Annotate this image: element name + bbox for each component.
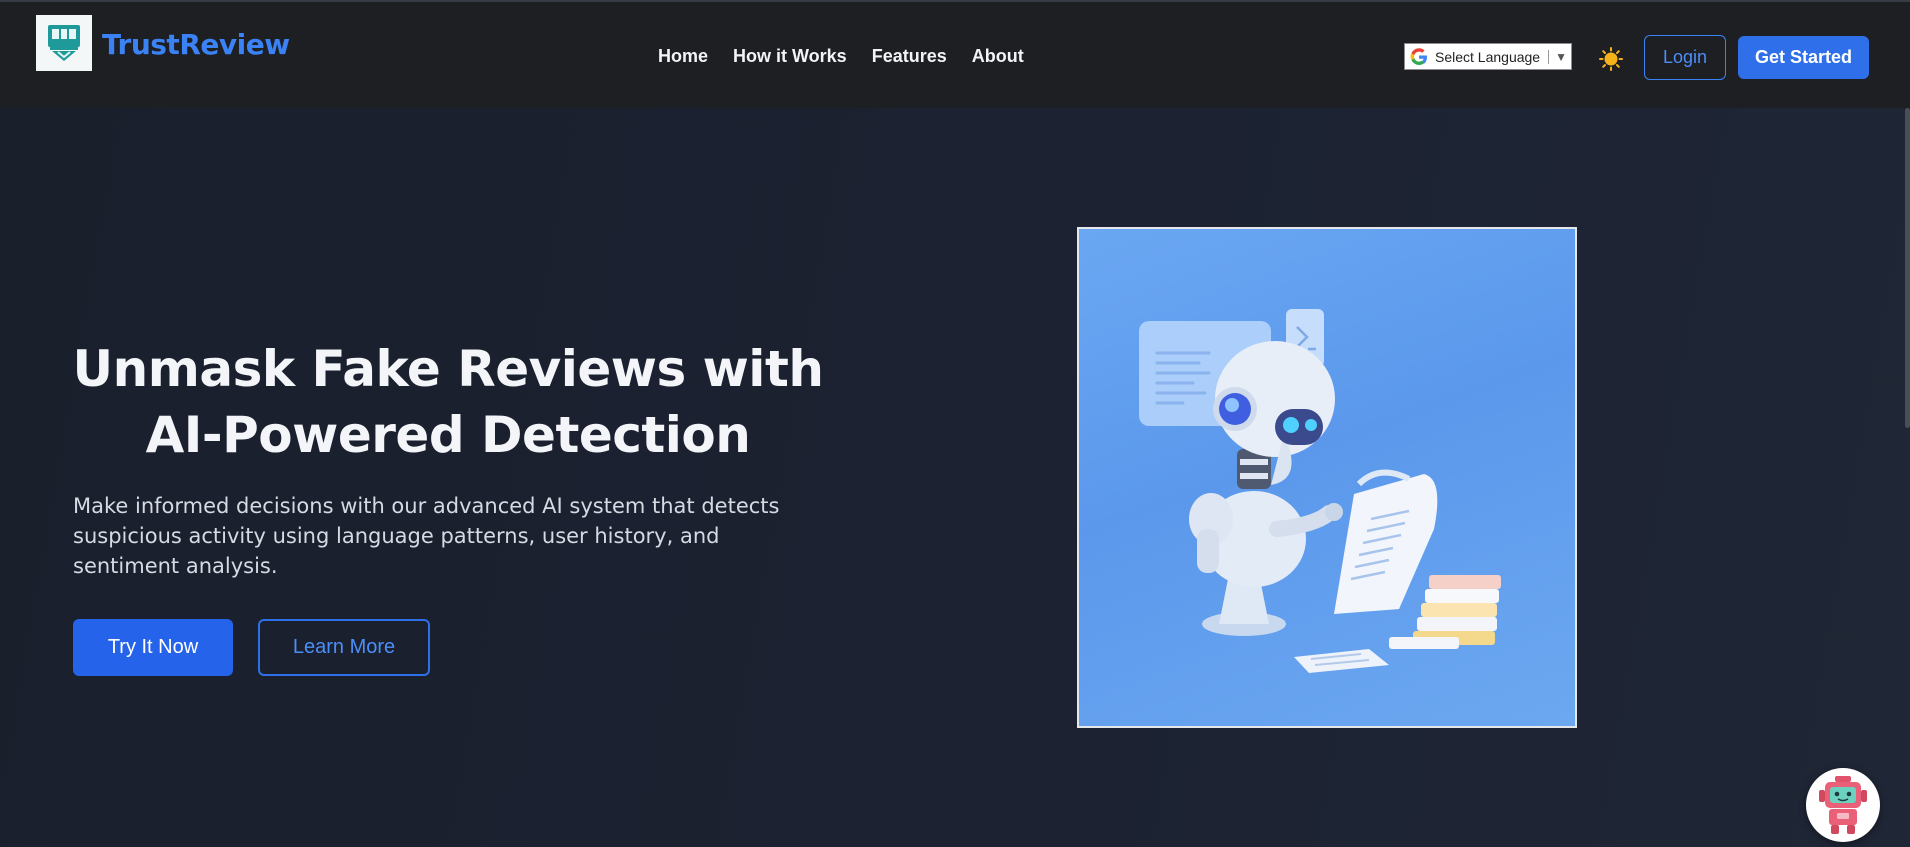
language-select[interactable]: Select Language ▼ xyxy=(1404,43,1572,70)
page-scrollbar[interactable] xyxy=(1905,108,1910,428)
select-divider xyxy=(1548,49,1550,64)
chatbot-button[interactable] xyxy=(1806,768,1880,842)
nav-about[interactable]: About xyxy=(972,46,1024,67)
hero-title: Unmask Fake Reviews with AI-Powered Dete… xyxy=(72,340,824,464)
robot-chat-icon xyxy=(1819,776,1867,834)
learn-more-button[interactable]: Learn More xyxy=(258,619,430,676)
hero-subtitle: Make informed decisions with our advance… xyxy=(73,494,780,578)
robot-reading-document-illustration xyxy=(1139,309,1501,673)
nav-home[interactable]: Home xyxy=(658,46,708,67)
brand-logo[interactable] xyxy=(36,15,92,71)
google-g-icon xyxy=(1410,47,1427,65)
sun-icon[interactable] xyxy=(1598,46,1624,72)
dropdown-arrow-icon: ▼ xyxy=(1555,49,1567,64)
language-select-label: Select Language xyxy=(1435,48,1541,65)
hero-illustration xyxy=(1077,227,1577,728)
shield-logo-icon xyxy=(48,25,80,61)
login-button[interactable]: Login xyxy=(1644,35,1726,80)
brand-name[interactable]: TrustReview xyxy=(102,28,290,61)
try-it-now-button[interactable]: Try It Now xyxy=(73,619,233,676)
nav-how-it-works[interactable]: How it Works xyxy=(733,46,847,67)
get-started-button[interactable]: Get Started xyxy=(1738,36,1869,79)
hero-section xyxy=(0,108,1910,847)
main-nav: Home How it Works Features About xyxy=(658,46,1049,67)
navbar: TrustReview Home How it Works Features A… xyxy=(0,2,1910,108)
nav-features[interactable]: Features xyxy=(872,46,947,67)
